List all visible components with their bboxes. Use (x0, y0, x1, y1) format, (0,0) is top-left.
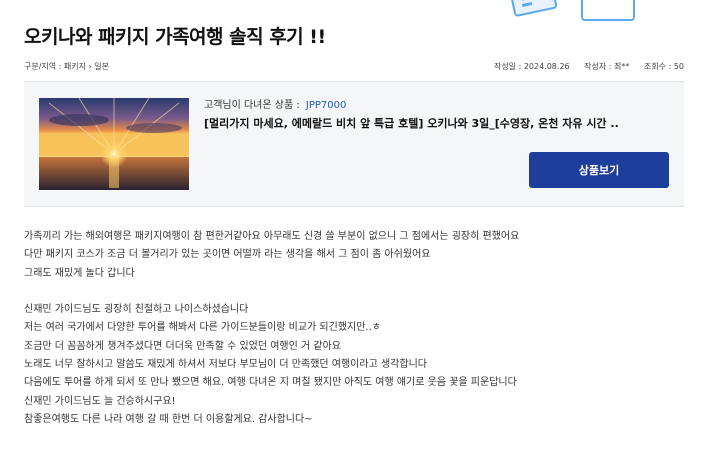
review-line: 신재민 가이드님도 늘 건승하시구요! (24, 395, 176, 407)
product-code[interactable]: JPP7000 (306, 100, 346, 111)
review-line: 조금만 더 꼼꼼하게 챙겨주셨다면 더더욱 만족할 수 있었던 여행인 거 같아… (24, 340, 341, 352)
post-meta: 구분/지역 : 패키지 › 일본 작성일 : 2024.08.26 작성자 : … (24, 61, 684, 72)
review-line: 노래도 너무 잘하시고 말씀도 재밌게 하셔서 저보다 부모님이 더 만족했던 … (24, 359, 427, 371)
view-count: 조회수 : 50 (643, 62, 684, 71)
review-line: 가족끼리 가는 해외여행은 패키지여행이 참 편한거같아요 아무래도 신경 쓸 … (24, 231, 520, 242)
breadcrumb: 구분/지역 : 패키지 › 일본 (24, 61, 109, 72)
product-thumbnail[interactable] (39, 98, 189, 190)
review-line: 신재민 가이드님도 굉장히 친절하고 나이스하셨습니다 (24, 304, 249, 316)
review-line: 참좋은여행도 다른 나라 여행 갈 때 한번 더 이용할게요. 감사합니다~ (24, 413, 313, 425)
post-date: 작성일 : 2024.08.26 (493, 62, 570, 71)
chevron-right-icon: › (88, 62, 92, 71)
view-product-button[interactable]: 상품보기 (529, 152, 669, 188)
page-title: 오키나와 패키지 가족여행 솔직 후기 !! (24, 26, 326, 48)
post-author: 작성자 : 최** (584, 62, 630, 71)
review-line: 그래도 재밌게 놀다 갑니다 (24, 267, 135, 279)
sunset-image (39, 98, 189, 190)
computer-illustration-icon (508, 0, 635, 21)
product-card: 고객님이 다녀온 상품 : JPP7000 [멀리가지 마세요, 에메랄드 비치… (24, 81, 684, 207)
review-content: 가족끼리 가는 해외여행은 패키지여행이 참 편한거같아요 아무래도 신경 쓸 … (24, 228, 704, 429)
review-line: 저는 여러 국가에서 다양한 투어를 해봐서 다른 가이드분들이랑 비교가 되긴… (24, 322, 381, 334)
review-line: 다만 패키지 코스가 조금 더 볼거리가 있는 곳이면 어떨까 라는 생각을 해… (24, 249, 431, 261)
review-line: 다음에도 투어를 하게 되서 또 만나 뵀으면 해요. 여행 다녀온 지 며칠 … (24, 377, 517, 389)
breadcrumb-region: 일본 (94, 62, 110, 71)
product-name-link[interactable]: [멀리가지 마세요, 에메랄드 비치 앞 특급 호텔] 오키나와 3일_[수영장… (204, 115, 674, 131)
breadcrumb-category: 구분/지역 : 패키지 (24, 62, 86, 71)
product-customer-label: 고객님이 다녀온 상품 : (204, 100, 300, 111)
